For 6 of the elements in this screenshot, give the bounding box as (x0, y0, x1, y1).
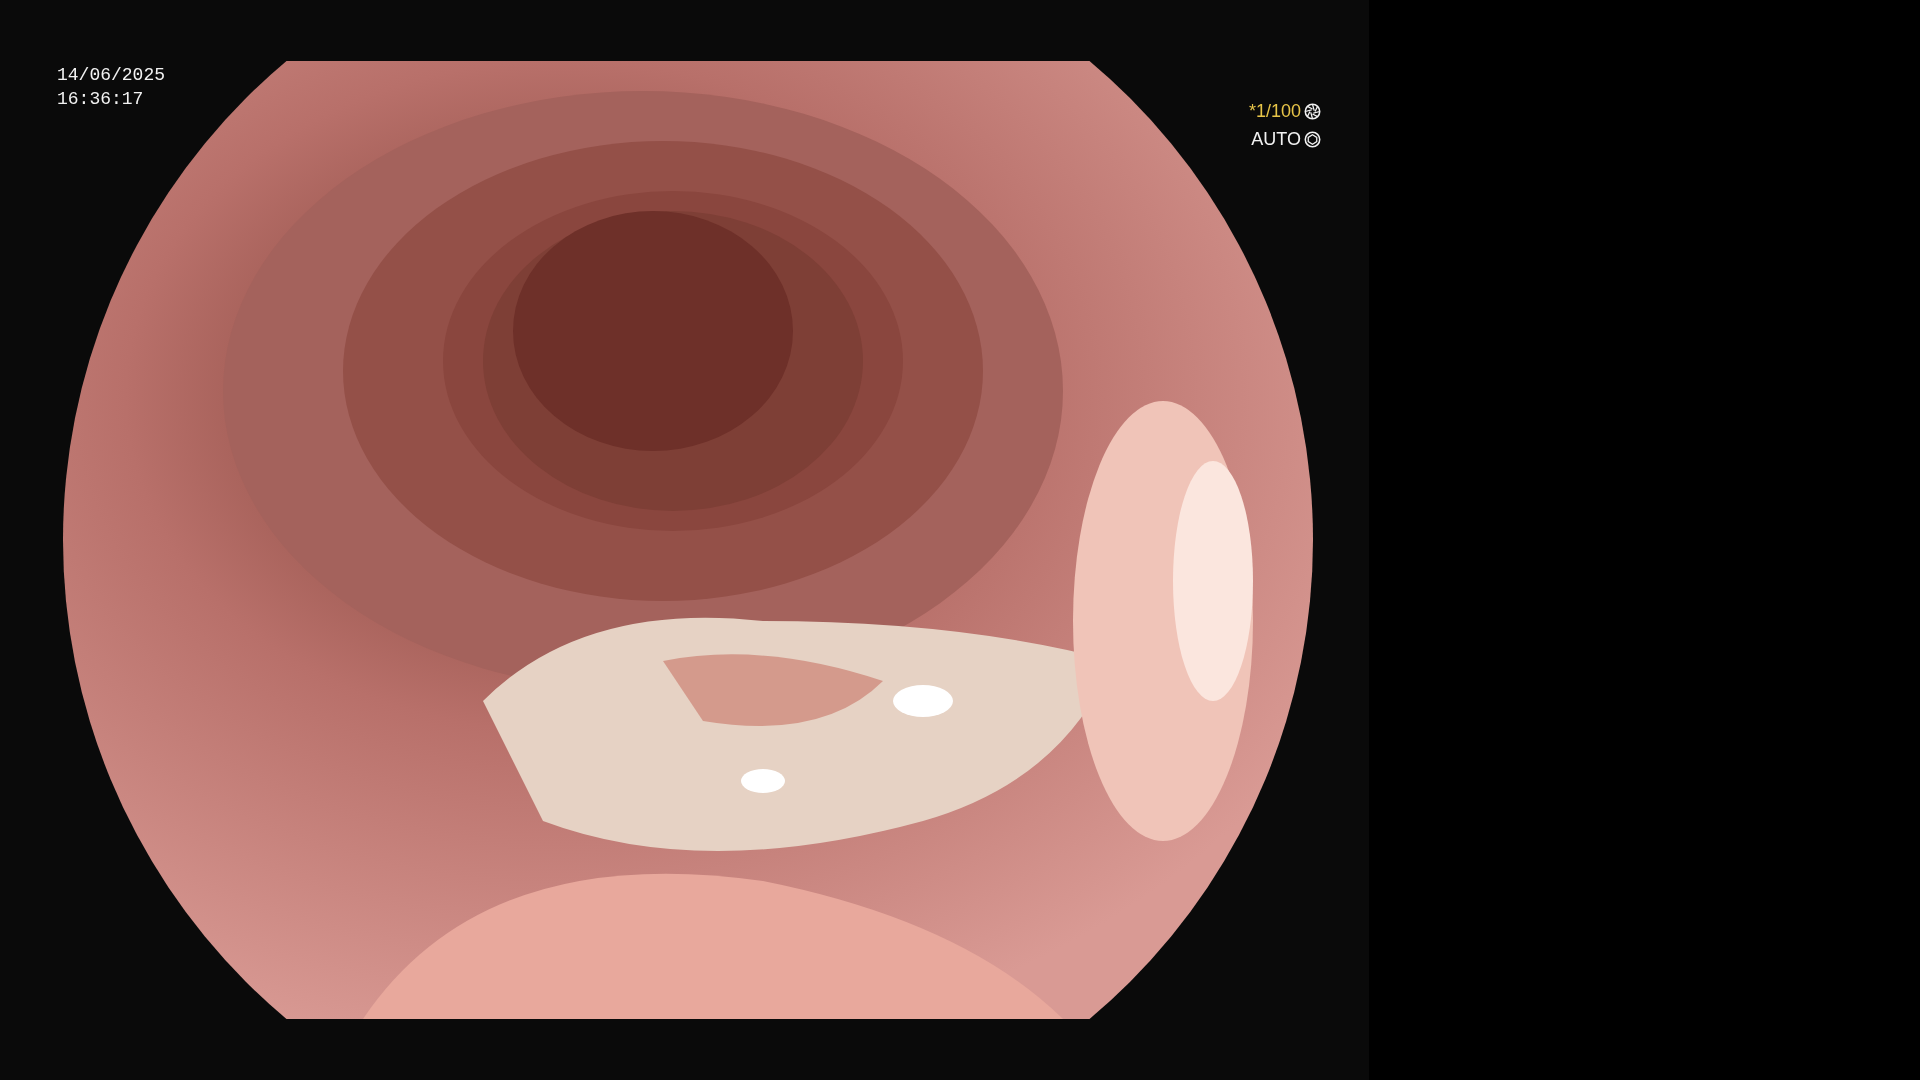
date-text: 14/06/2025 (57, 64, 166, 86)
aperture-icon (1304, 102, 1321, 120)
exposure-mode-text: AUTO (1251, 128, 1301, 150)
time-text: 16:36:17 (57, 88, 145, 110)
aperture-icon (1304, 130, 1321, 148)
shutter-speed-text: *1/100 (1248, 100, 1301, 122)
